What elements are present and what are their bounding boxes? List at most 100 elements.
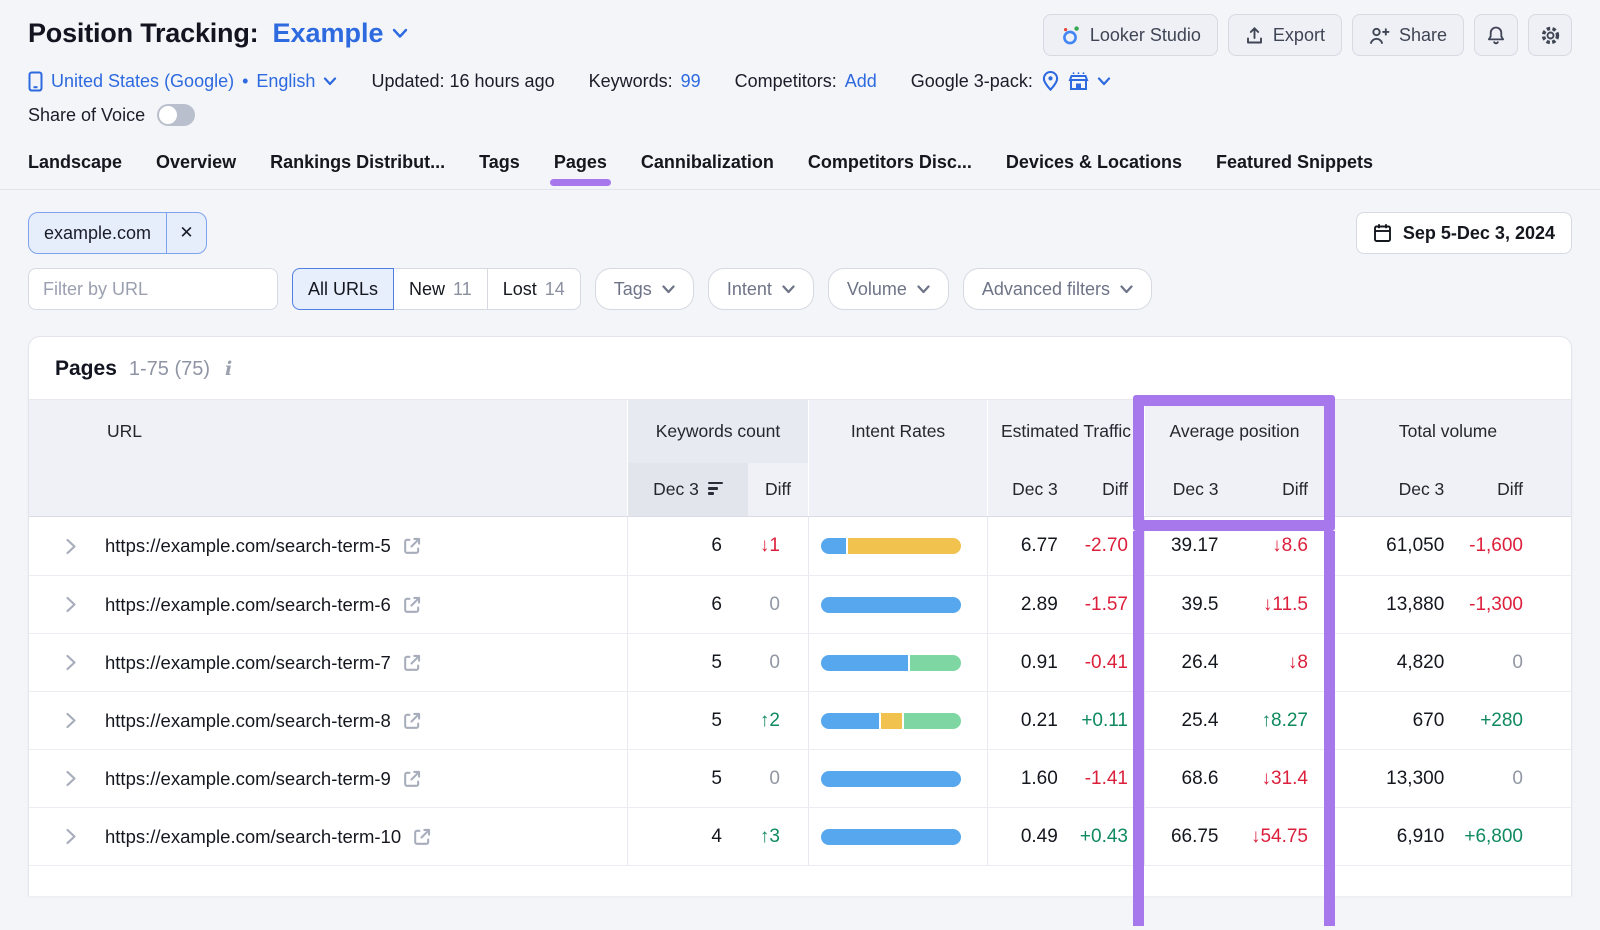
- avg-position-date-header[interactable]: Dec 3: [1145, 463, 1235, 516]
- url-link[interactable]: https://example.com/search-term-10: [105, 826, 401, 848]
- kw-count-value: 6: [628, 535, 748, 557]
- traffic-date-header[interactable]: Dec 3: [988, 463, 1074, 516]
- traffic-diff-header[interactable]: Diff: [1074, 463, 1144, 516]
- tab-overview[interactable]: Overview: [156, 152, 236, 189]
- col-header-keywords-count[interactable]: Keywords count: [627, 400, 808, 463]
- share-button[interactable]: Share: [1352, 14, 1464, 56]
- competitors-label: Competitors:: [735, 71, 837, 92]
- url-link[interactable]: https://example.com/search-term-5: [105, 535, 391, 557]
- date-range-picker[interactable]: Sep 5-Dec 3, 2024: [1356, 212, 1572, 254]
- external-link-icon[interactable]: [403, 712, 421, 730]
- intent-segment-blue: [821, 771, 961, 787]
- settings-button[interactable]: [1528, 14, 1572, 56]
- pages-card-header: Pages 1-75 (75) i: [29, 337, 1571, 399]
- external-link-icon[interactable]: [403, 654, 421, 672]
- tab-rankings-distribut[interactable]: Rankings Distribut...: [270, 152, 445, 189]
- volume-value: 4,820: [1325, 652, 1460, 674]
- row-expand-chevron-icon[interactable]: [65, 538, 77, 555]
- row-expand-chevron-icon[interactable]: [65, 654, 77, 671]
- segment-lost[interactable]: Lost 14: [487, 268, 581, 310]
- location-language-selector[interactable]: United States (Google) • English: [28, 71, 337, 92]
- volume-diff-value: 0: [1460, 768, 1571, 790]
- segment-lost-count: 14: [545, 279, 565, 300]
- table-group-header: URL Keywords count Intent Rates Estimate…: [29, 399, 1571, 463]
- col-header-average-position[interactable]: Average position: [1144, 400, 1324, 463]
- tab-tags[interactable]: Tags: [479, 152, 520, 189]
- business-storefront-icon[interactable]: [1068, 72, 1089, 91]
- external-link-icon[interactable]: [403, 537, 421, 555]
- competitors-add-link[interactable]: Add: [845, 71, 877, 92]
- chevron-down-icon[interactable]: [1097, 77, 1111, 86]
- volume-diff-value: +6,800: [1460, 826, 1571, 848]
- avg-position-diff-value: ↓31.4: [1235, 768, 1325, 790]
- avg-position-value: 68.6: [1145, 768, 1235, 790]
- looker-studio-icon: [1060, 25, 1081, 46]
- col-header-url[interactable]: URL: [29, 400, 627, 463]
- avg-position-value: 25.4: [1145, 710, 1235, 732]
- intent-segment-blue: [821, 713, 879, 729]
- tab-featured-snippets[interactable]: Featured Snippets: [1216, 152, 1373, 189]
- page-title: Position Tracking:: [28, 18, 258, 49]
- notifications-button[interactable]: [1474, 14, 1518, 56]
- intent-dropdown[interactable]: Intent: [708, 268, 814, 310]
- intent-segment-blue: [821, 538, 846, 554]
- row-expand-chevron-icon[interactable]: [65, 770, 77, 787]
- tab-cannibalization[interactable]: Cannibalization: [641, 152, 774, 189]
- tags-dropdown[interactable]: Tags: [595, 268, 694, 310]
- external-link-icon[interactable]: [403, 596, 421, 614]
- url-link[interactable]: https://example.com/search-term-9: [105, 768, 391, 790]
- top-actions: Looker Studio Export Share: [1043, 14, 1572, 56]
- avg-position-value: 39.5: [1145, 594, 1235, 616]
- partial-next-row: [29, 865, 1571, 895]
- export-button[interactable]: Export: [1228, 14, 1342, 56]
- url-filter-input[interactable]: [29, 269, 278, 309]
- competitors-meta: Competitors: Add: [735, 71, 877, 92]
- kw-date-header[interactable]: Dec 3: [628, 463, 748, 516]
- volume-diff-value: -1,600: [1460, 535, 1571, 557]
- share-of-voice-toggle[interactable]: [157, 104, 195, 126]
- chevron-down-icon: [917, 285, 930, 294]
- avg-position-diff-value: ↓8.6: [1235, 535, 1325, 557]
- col-header-estimated-traffic[interactable]: Estimated Traffic: [987, 400, 1144, 463]
- external-link-icon[interactable]: [403, 770, 421, 788]
- traffic-diff-value: -1.57: [1074, 594, 1144, 616]
- col-header-total-volume[interactable]: Total volume: [1324, 400, 1571, 463]
- row-expand-chevron-icon[interactable]: [65, 596, 77, 613]
- col-header-intent-rates[interactable]: Intent Rates: [808, 400, 987, 463]
- tab-devices-locations[interactable]: Devices & Locations: [1006, 152, 1182, 189]
- segment-all-urls[interactable]: All URLs: [292, 268, 394, 310]
- top-bar: Position Tracking: Example Looker Studio: [0, 0, 1600, 56]
- segment-new[interactable]: New 11: [393, 268, 488, 310]
- traffic-diff-value: -2.70: [1074, 535, 1144, 557]
- avg-position-diff-header[interactable]: Diff: [1235, 463, 1325, 516]
- chevron-down-icon: [782, 285, 795, 294]
- traffic-diff-value: +0.11: [1074, 710, 1144, 732]
- kw-diff-header[interactable]: Diff: [748, 463, 808, 516]
- volume-date-header[interactable]: Dec 3: [1325, 463, 1460, 516]
- avg-position-diff-value: ↑8.27: [1235, 710, 1325, 732]
- looker-studio-button[interactable]: Looker Studio: [1043, 14, 1218, 56]
- location-pin-icon[interactable]: [1041, 70, 1060, 92]
- tab-pages[interactable]: Pages: [554, 152, 607, 189]
- row-expand-chevron-icon[interactable]: [65, 828, 77, 845]
- info-icon[interactable]: i: [222, 358, 235, 380]
- url-link[interactable]: https://example.com/search-term-6: [105, 594, 391, 616]
- volume-dropdown[interactable]: Volume: [828, 268, 949, 310]
- tab-competitors-disc[interactable]: Competitors Disc...: [808, 152, 972, 189]
- project-selector[interactable]: Example: [272, 18, 407, 49]
- tab-landscape[interactable]: Landscape: [28, 152, 122, 189]
- keywords-value-link[interactable]: 99: [681, 71, 701, 92]
- position-tracking-page: { "header": { "title": "Position Trackin…: [0, 0, 1600, 930]
- table-row: https://example.com/search-term-7500.91-…: [29, 633, 1571, 691]
- chevron-down-icon: [662, 285, 675, 294]
- avg-position-diff-value: ↓8: [1235, 652, 1325, 674]
- advanced-filters-dropdown[interactable]: Advanced filters: [963, 268, 1152, 310]
- url-link[interactable]: https://example.com/search-term-8: [105, 710, 391, 732]
- avg-position-value: 26.4: [1145, 652, 1235, 674]
- external-link-icon[interactable]: [413, 828, 431, 846]
- url-link[interactable]: https://example.com/search-term-7: [105, 652, 391, 674]
- volume-value: 61,050: [1325, 535, 1460, 557]
- row-expand-chevron-icon[interactable]: [65, 712, 77, 729]
- chip-remove-button[interactable]: ✕: [166, 213, 206, 253]
- volume-diff-header[interactable]: Diff: [1460, 463, 1571, 516]
